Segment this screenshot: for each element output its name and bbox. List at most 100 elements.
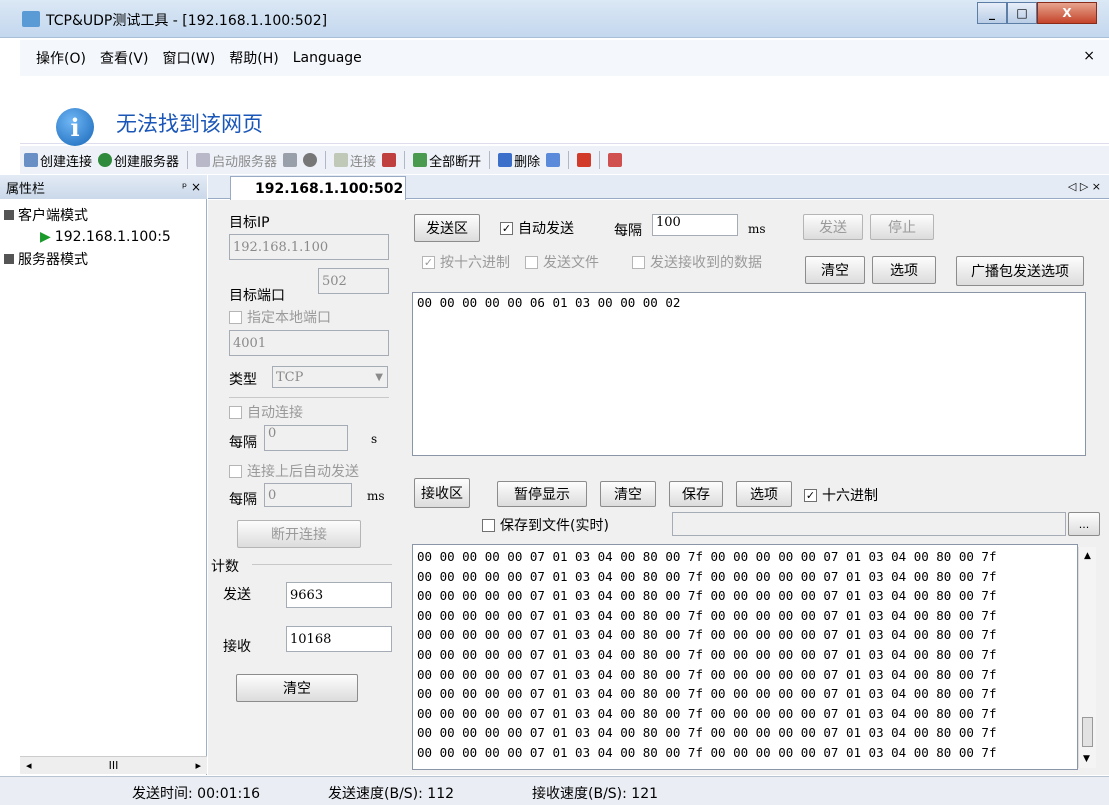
- auto-send-main-checkbox[interactable]: ✓ 自动发送: [500, 218, 574, 238]
- create-connection-button[interactable]: 创建连接: [24, 151, 92, 170]
- local-port-field[interactable]: 4001: [229, 330, 389, 356]
- scroll-left-icon[interactable]: ◂: [26, 759, 32, 772]
- horizontal-scrollbar[interactable]: ◂ III ▸: [20, 756, 207, 774]
- close-button[interactable]: X: [1037, 2, 1097, 24]
- save-button[interactable]: 保存: [669, 481, 723, 507]
- tree-item-server-mode[interactable]: 服务器模式: [4, 248, 171, 270]
- stop-button[interactable]: 停止: [870, 214, 934, 240]
- save-file-path-field[interactable]: [672, 512, 1066, 536]
- exit-icon[interactable]: [608, 153, 623, 167]
- stop-icon[interactable]: [577, 153, 592, 167]
- send-area-button[interactable]: 发送区: [414, 214, 480, 242]
- broadcast-options-button[interactable]: 广播包发送选项: [956, 256, 1084, 286]
- connect-button[interactable]: 连接: [334, 151, 376, 170]
- menu-view[interactable]: 查看(V): [100, 48, 149, 68]
- scroll-up-icon[interactable]: ▲: [1079, 551, 1096, 561]
- recv-line: 00 00 00 00 00 07 01 03 04 00 80 00 7f 0…: [417, 588, 997, 604]
- info-icon: i: [56, 108, 94, 146]
- recv-count-field[interactable]: 10168: [286, 626, 392, 652]
- menu-bar: 操作(O) 查看(V) 窗口(W) 帮助(H) Language: [20, 40, 1109, 76]
- create-server-icon: [98, 153, 113, 167]
- property-panel-header: 属性栏 ᵖ ×: [0, 175, 207, 199]
- delete-button[interactable]: 删除: [498, 151, 540, 170]
- play-icon: ▶: [40, 229, 51, 245]
- folder-icon: [4, 254, 14, 264]
- tree-item-client-mode[interactable]: 客户端模式: [4, 204, 171, 226]
- recv-line: 00 00 00 00 00 07 01 03 04 00 80 00 7f 0…: [417, 725, 997, 741]
- chevron-down-icon: ▼: [375, 371, 383, 383]
- recv-count-label: 接收: [223, 639, 251, 655]
- interval-label: 每隔: [229, 435, 257, 451]
- send-options-button[interactable]: 选项: [872, 256, 936, 284]
- recv-line: 00 00 00 00 00 07 01 03 04 00 80 00 7f 0…: [417, 646, 997, 662]
- send-button[interactable]: 发送: [803, 214, 863, 240]
- target-ip-field[interactable]: 192.168.1.100: [229, 234, 389, 260]
- divider: [229, 397, 389, 398]
- maximize-button[interactable]: □: [1007, 2, 1037, 24]
- connect-icon: [334, 153, 349, 167]
- recv-lines: 00 00 00 00 00 07 01 03 04 00 80 00 7f 0…: [417, 547, 1073, 763]
- scroll-right-icon[interactable]: ▸: [195, 759, 201, 772]
- recv-line: 00 00 00 00 00 07 01 03 04 00 80 00 7f 0…: [417, 666, 997, 682]
- disconnect-button[interactable]: 断开连接: [237, 520, 361, 548]
- recv-options-button[interactable]: 选项: [736, 481, 792, 507]
- scroll-thumb[interactable]: III: [109, 759, 119, 772]
- recv-line: 00 00 00 00 00 07 01 03 04 00 80 00 7f 0…: [417, 607, 997, 623]
- stop-server-icon[interactable]: [283, 153, 298, 167]
- toolbar-separator: [489, 151, 491, 169]
- create-server-button[interactable]: 创建服务器: [98, 151, 179, 170]
- clear-count-button[interactable]: 清空: [236, 674, 358, 702]
- delete-all-icon[interactable]: [546, 153, 561, 167]
- check-icon: ✓: [804, 488, 817, 502]
- scroll-down-icon[interactable]: ▼: [1083, 754, 1090, 764]
- interval-label-2: 每隔: [229, 492, 257, 508]
- pause-display-button[interactable]: 暂停显示: [497, 481, 587, 507]
- target-port-field[interactable]: 502: [318, 268, 389, 294]
- hex-send-checkbox[interactable]: ✓ 按十六进制: [422, 252, 510, 272]
- browse-button[interactable]: ...: [1068, 512, 1100, 536]
- window-controls: _ □ X: [977, 2, 1101, 28]
- folder-icon: [4, 210, 14, 220]
- disconnect-all-button[interactable]: 全部断开: [413, 151, 481, 170]
- banner-text: 无法找到该网页: [116, 112, 263, 136]
- menu-operate[interactable]: 操作(O): [36, 48, 86, 68]
- menu-window[interactable]: 窗口(W): [162, 48, 215, 68]
- start-server-button[interactable]: 启动服务器: [196, 151, 277, 170]
- recv-vertical-scrollbar[interactable]: ▲ ▼: [1078, 547, 1096, 768]
- scroll-thumb[interactable]: [1082, 717, 1093, 747]
- save-to-file-checkbox[interactable]: 保存到文件(实时): [482, 515, 609, 535]
- disconnect-icon[interactable]: [382, 153, 397, 167]
- toolbar-separator: [568, 151, 570, 169]
- local-port-checkbox[interactable]: 指定本地端口: [229, 307, 331, 327]
- panel-pin-close-icon[interactable]: ᵖ ×: [182, 180, 201, 194]
- count-label: 计数: [211, 559, 239, 575]
- close-server-icon[interactable]: [303, 153, 318, 167]
- divider: [252, 564, 392, 565]
- send-received-checkbox[interactable]: 发送接收到的数据: [632, 252, 762, 272]
- tree-item-client[interactable]: ▶ 192.168.1.100:5: [4, 226, 171, 248]
- auto-send-checkbox[interactable]: 连接上后自动发送: [229, 461, 359, 481]
- send-count-field[interactable]: 9663: [286, 582, 392, 608]
- tab-connection[interactable]: 192.168.1.100:502: [230, 176, 406, 200]
- menu-help[interactable]: 帮助(H): [229, 48, 278, 68]
- tab-nav-icons[interactable]: ◁ ▷ ×: [1068, 180, 1101, 193]
- minimize-button[interactable]: _: [977, 2, 1007, 24]
- recv-area-button[interactable]: 接收区: [414, 478, 470, 508]
- menu-close-icon[interactable]: ×: [1083, 48, 1095, 64]
- recv-textarea[interactable]: 00 00 00 00 00 07 01 03 04 00 80 00 7f 0…: [412, 544, 1078, 770]
- auto-connect-interval-field[interactable]: 0: [264, 425, 348, 451]
- menu-language[interactable]: Language: [293, 50, 362, 66]
- send-file-checkbox[interactable]: 发送文件: [525, 252, 599, 272]
- start-server-icon: [196, 153, 211, 167]
- send-clear-button[interactable]: 清空: [805, 256, 865, 284]
- send-speed: 发送速度(B/S): 112: [328, 786, 455, 802]
- send-textarea[interactable]: 00 00 00 00 00 06 01 03 00 00 00 02: [412, 292, 1086, 456]
- auto-send-interval-field[interactable]: 0: [264, 483, 352, 507]
- recv-clear-button[interactable]: 清空: [600, 481, 656, 507]
- status-bar: 发送时间: 00:01:16 发送速度(B/S): 112 接收速度(B/S):…: [0, 776, 1109, 805]
- type-select[interactable]: TCP ▼: [272, 366, 388, 388]
- hex-display-checkbox[interactable]: ✓ 十六进制: [804, 485, 878, 505]
- auto-connect-checkbox[interactable]: 自动连接: [229, 402, 303, 422]
- toolbar: 创建连接 创建服务器 启动服务器 连接 全部断开 删除: [20, 146, 1109, 174]
- send-interval-field[interactable]: 100: [652, 214, 738, 236]
